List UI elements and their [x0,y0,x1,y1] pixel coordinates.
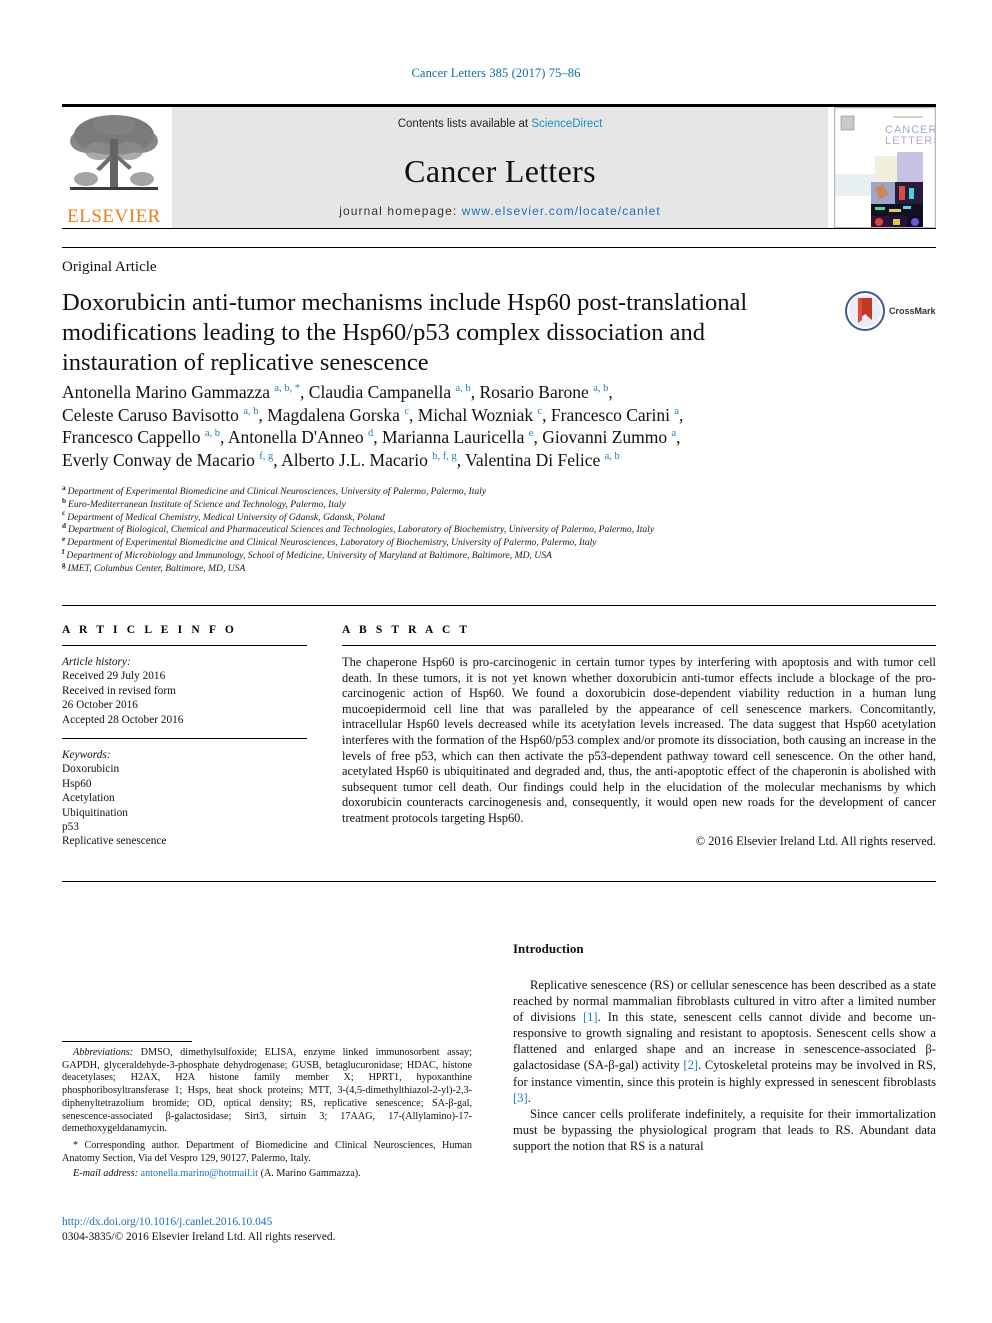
affiliation-marker: b [62,496,66,505]
contents-line: Contents lists available at ScienceDirec… [172,118,828,130]
affiliation-line: f Department of Microbiology and Immunolo… [62,548,936,563]
keyword-item: p53 [62,821,79,834]
article-type-rule [62,247,936,248]
issn-copyright-line: 0304-3835/© 2016 Elsevier Ireland Ltd. A… [62,1231,336,1243]
intro-paragraph-2: Since cancer cells proliferate indefinit… [513,1106,936,1153]
abstract-copyright: © 2016 Elsevier Ireland Ltd. All rights … [695,833,936,848]
crossmark-icon [845,291,885,331]
affiliation-marker: c [62,509,66,518]
homepage-url[interactable]: www.elsevier.com/locate/canlet [462,204,661,218]
keyword-item: Doxorubicin [62,763,120,776]
keywords-list: Doxorubicin Hsp60 Acetylation Ubiquitinatio… [62,762,307,848]
affiliation-text: Department of Microbiology and Immunolog… [66,549,552,561]
article-history-lines: Received 29 July 2016 Received in revised… [62,669,307,727]
elsevier-tree-icon [70,115,158,190]
abstract-column: A B S T R A C T The chaperone Hsp60 is p… [342,624,936,849]
article-info-column: A R T I C L E I N F O Article history: R… [62,624,307,849]
footnote-rule [62,1041,192,1042]
affiliation-marker: g [62,560,66,569]
affiliation-text: Department of Medical Chemistry, Medical… [67,511,385,523]
affiliation-text: Department of Experimental Biomedicine a… [67,537,597,549]
email-note: E-mail address: antonella.marino@hotmail… [62,1168,472,1181]
keywords-label: Keywords: [62,749,111,762]
keywords-separator [62,738,307,740]
affiliation-marker: e [62,535,66,543]
journal-band: Contents lists available at ScienceDirec… [172,107,828,228]
keywords-block: Keywords: Doxorubicin Hsp60 Acetylation Ubi… [62,748,307,849]
abstract-band-bottom-rule [62,881,936,882]
abbreviations-note: Abbreviations: DMSO, dimethylsulfoxide; … [62,1047,472,1136]
contents-prefix: Contents lists available at [397,118,532,130]
citation-ref-3[interactable]: [3] [513,1091,528,1105]
affiliation-line: e Department of Experimental Biomedicine … [62,535,936,550]
crossmark-badge[interactable]: CrossMark [845,289,945,333]
affiliation-marker: a [62,483,66,492]
article-history-line: Accepted 28 October 2016 [62,713,184,726]
article-type-label: Original Article [62,259,157,275]
email-link[interactable]: antonella.marino@hotmail.it [141,1168,258,1179]
article-info-heading: A R T I C L E I N F O [62,624,237,636]
journal-cover-thumbnail[interactable]: CANCER LETTERS [834,107,936,228]
elsevier-wordmark: ELSEVIER [67,206,161,227]
article-history-label: Article history: [62,656,131,668]
affiliation-text: Euro-Mediterranean Institute of Science … [68,498,346,510]
abbreviations-label: Abbreviations: [73,1047,134,1058]
abstract-text: The chaperone Hsp60 is pro-carcinogenic … [342,655,936,825]
corresponding-text: Corresponding author. Department of Biom… [62,1139,472,1164]
journal-title: Cancer Letters [404,153,596,189]
introduction-body: Replicative senescence (RS) or cellular … [513,977,936,1154]
affiliation-text: Department of Experimental Biomedicine a… [67,486,487,497]
article-history: Article history: Received 29 July 2016 Re… [62,655,307,727]
intro-paragraph-1: Replicative senescence (RS) or cellular … [513,977,936,1106]
affiliation-line: g IMET, Columbus Center, Baltimore, MD, U… [62,560,936,576]
corresponding-author-note: * Corresponding author. Department of Bi… [62,1140,472,1165]
paper-page: Cancer Letters 385 (2017) 75–86 ELSEVIER… [0,0,992,1323]
crossmark-label: CrossMark [889,306,936,316]
email-label: E-mail address: [73,1168,138,1180]
doi-link[interactable]: http://dx.doi.org/10.1016/j.canlet.2016.… [62,1215,482,1230]
citation-ref-1[interactable]: [1] [583,1010,598,1024]
article-info-rule [62,645,307,646]
introduction-heading: Introduction [513,941,584,956]
affiliation-line: a Department of Experimental Biomedicine … [62,483,936,499]
keyword-item: Hsp60 [62,777,92,790]
article-history-line: Received 29 July 2016 [62,670,166,683]
affiliation-line: d Department of Biological, Chemical and … [62,522,936,537]
page-title: Doxorubicin anti-tumor mechanisms includ… [62,289,748,376]
footnote-block: Abbreviations: DMSO, dimethylsulfoxide; … [62,1047,472,1181]
keyword-item: Acetylation [62,792,115,805]
abbreviations-text: DMSO, dimethylsulfoxide; ELISA, enzyme l… [62,1047,472,1135]
article-history-line: Received in revised form [62,684,176,697]
citation-ref-2[interactable]: [2] [683,1058,698,1072]
keyword-item: Replicative senescence [62,835,167,848]
author-list: Antonella Marino Gammazza a, b, *, Claud… [62,382,684,470]
email-suffix: (A. Marino Gammazza). [258,1168,361,1180]
abstract-band-top-rule [62,605,936,606]
journal-masthead: ELSEVIER Contents lists available at Sci… [62,104,936,231]
homepage-label: journal homepage: [339,204,462,218]
elsevier-logo: ELSEVIER [62,107,166,228]
homepage-line: journal homepage: www.elsevier.com/locat… [172,204,828,218]
affiliation-text: Department of Biological, Chemical and P… [68,524,655,536]
abstract-rule [342,645,936,646]
running-head: Cancer Letters 385 (2017) 75–86 [411,66,581,80]
intro-p1-part-d: . [527,1090,531,1105]
article-history-line: 26 October 2016 [62,699,138,712]
affiliation-list: a Department of Experimental Biomedicine … [62,483,936,576]
cover-art-icon: CANCER LETTERS [835,108,935,227]
masthead-bottom-rule [62,228,936,229]
keyword-item: Ubiquitination [62,806,128,819]
affiliation-line: b Euro-Mediterranean Institute of Science… [62,496,936,512]
affiliation-text: IMET, Columbus Center, Baltimore, MD, US… [67,562,246,574]
doi-block: http://dx.doi.org/10.1016/j.canlet.2016.… [62,1215,482,1245]
abstract-heading: A B S T R A C T [342,624,471,636]
svg-text:LETTERS: LETTERS [885,135,935,147]
affiliation-line: c Department of Medical Chemistry, Medica… [62,509,936,525]
sciencedirect-link[interactable]: ScienceDirect [531,118,602,130]
affiliation-marker: d [62,522,66,531]
